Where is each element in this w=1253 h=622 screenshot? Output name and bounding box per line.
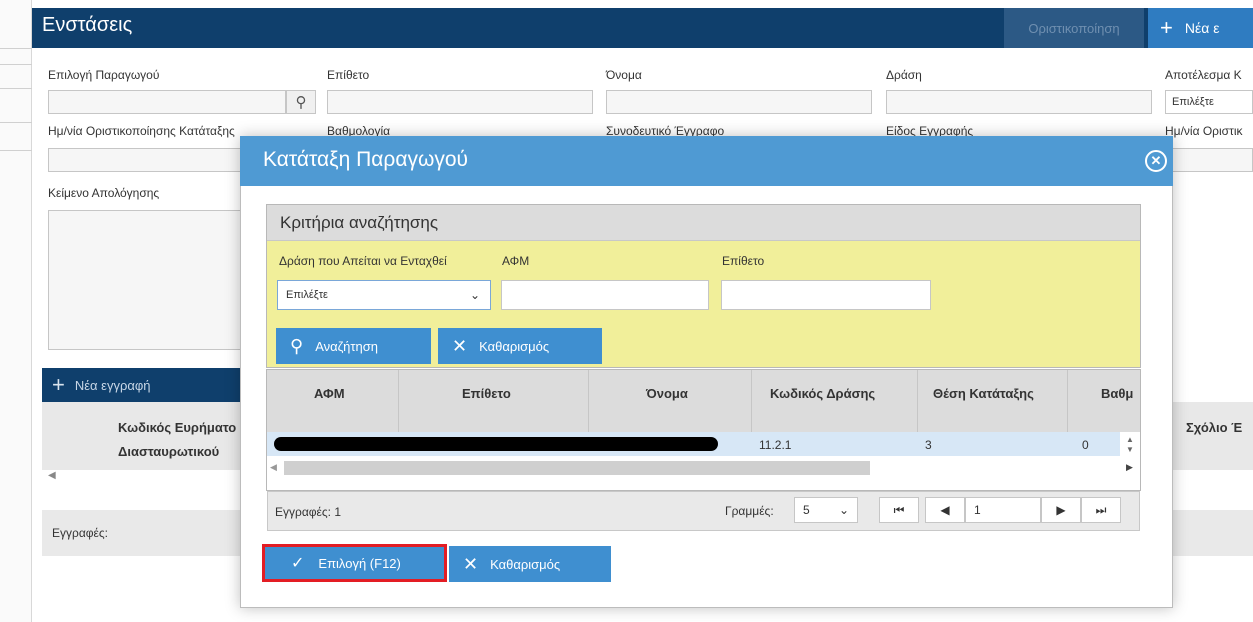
grid-records-count: Εγγραφές: <box>52 526 109 540</box>
rows-per-page-label: Γραμμές: <box>725 504 774 518</box>
close-icon: ✕ <box>463 553 479 574</box>
close-icon[interactable]: ✕ <box>1145 150 1167 172</box>
scroll-left-icon[interactable]: ◀ <box>270 462 277 473</box>
results-records-count: Εγγραφές: 1 <box>275 505 342 519</box>
grid-col-code-line2: Διασταυρωτικού <box>118 444 220 459</box>
search-icon: ⚲ <box>290 335 304 356</box>
scrollbar-thumb[interactable] <box>284 461 870 475</box>
surname-input[interactable] <box>327 90 593 114</box>
clear-button[interactable]: ✕ Καθαρισμός <box>449 546 611 582</box>
scroll-left-icon[interactable]: ◀ <box>48 470 56 481</box>
select-button[interactable]: ✓ Επιλογή (F12) <box>262 544 447 582</box>
row-ranking-position: 3 <box>925 438 932 452</box>
rows-per-page-value: 5 <box>803 503 810 517</box>
plus-icon: + <box>52 372 65 397</box>
grid-new-record-button[interactable]: + Νέα εγγραφή <box>52 368 151 402</box>
finalize-button[interactable]: Οριστικοποίηση <box>1004 8 1144 48</box>
row-action-code: 11.2.1 <box>759 438 792 452</box>
col-surname[interactable]: Επίθετο <box>462 386 511 401</box>
criteria-action-value: Επιλέξτε <box>286 289 328 301</box>
prev-page-icon[interactable]: ◀ <box>925 497 965 523</box>
action-label: Δράση <box>886 68 922 82</box>
criteria-afm-label: ΑΦΜ <box>502 254 530 268</box>
final-date-input[interactable] <box>1165 148 1253 172</box>
redacted-text <box>274 437 718 451</box>
col-score[interactable]: Βαθμ <box>1101 386 1133 401</box>
finalize-date-label: Ημ/νία Οριστικοποίησης Κατάταξης <box>48 124 235 138</box>
grid-col-comment: Σχόλιο Έ <box>1186 420 1243 435</box>
new-record-button[interactable]: + Νέα ε <box>1148 8 1253 48</box>
new-record-label: Νέα ε <box>1184 20 1220 36</box>
criteria-surname-input[interactable] <box>721 280 931 310</box>
close-icon: ✕ <box>452 335 468 356</box>
criteria-action-select[interactable]: Επιλέξτε ⌄ <box>277 280 491 310</box>
select-button-label: Επιλογή (F12) <box>318 555 401 571</box>
justification-label: Κείμενο Απολόγησης <box>48 186 160 200</box>
result-select[interactable]: Επιλέξτε <box>1165 90 1253 114</box>
plus-icon: + <box>1160 15 1173 40</box>
col-afm-divider <box>267 370 399 432</box>
search-icon[interactable]: ⚲ <box>286 90 316 114</box>
col-surname-divider <box>398 370 589 432</box>
rows-per-page-select[interactable]: 5 ⌄ <box>794 497 858 523</box>
col-code-divider <box>751 370 918 432</box>
action-input[interactable] <box>886 90 1152 114</box>
page-title: Ενστάσεις <box>42 14 133 36</box>
criteria-afm-input[interactable] <box>501 280 709 310</box>
col-ranking-position[interactable]: Θέση Κατάταξης <box>933 386 1034 401</box>
criteria-action-label: Δράση που Απείται να Ενταχθεί <box>279 254 447 268</box>
name-input[interactable] <box>606 90 872 114</box>
criteria-surname-label: Επίθετο <box>722 254 765 268</box>
chevron-down-icon: ⌄ <box>838 503 849 517</box>
clear-button-label: Καθαρισμός <box>490 556 561 572</box>
left-strip <box>0 0 32 622</box>
chevron-down-icon: ⌄ <box>469 288 480 302</box>
grid-header-right <box>1160 402 1253 470</box>
producer-label: Επιλογή Παραγωγού <box>48 68 160 82</box>
grid-header-left <box>42 402 242 470</box>
col-afm[interactable]: ΑΦΜ <box>314 386 345 401</box>
result-label: Αποτέλεσμα Κ <box>1165 68 1242 82</box>
check-icon: ✓ <box>291 555 305 572</box>
producer-input[interactable] <box>48 90 286 114</box>
search-criteria-title: Κριτήρια αναζήτησης <box>280 213 439 232</box>
first-page-icon[interactable]: ⏮ <box>879 497 919 523</box>
last-page-icon[interactable]: ⏭ <box>1081 497 1121 523</box>
col-name-divider <box>588 370 752 432</box>
col-name[interactable]: Όνομα <box>646 386 688 401</box>
score-spinner[interactable]: ▲ ▼ <box>1120 432 1140 458</box>
search-button[interactable]: ⚲ Αναζήτηση <box>276 328 431 364</box>
criteria-clear-label: Καθαρισμός <box>479 338 550 354</box>
search-button-label: Αναζήτηση <box>315 338 378 354</box>
final-date-label: Ημ/νία Οριστικ <box>1165 124 1243 138</box>
grid-col-code-line1: Κωδικός Ευρήματο <box>118 420 237 435</box>
dialog-title: Κατάταξη Παραγωγού <box>263 148 469 171</box>
col-position-divider <box>917 370 1068 432</box>
justification-textarea[interactable] <box>48 210 248 350</box>
grid-new-record-label: Νέα εγγραφή <box>74 377 151 393</box>
col-action-code[interactable]: Κωδικός Δράσης <box>770 386 875 401</box>
next-page-icon[interactable]: ▶ <box>1041 497 1081 523</box>
page-number-input[interactable]: 1 <box>965 497 1041 523</box>
scroll-right-icon[interactable]: ▶ <box>1126 462 1133 473</box>
result-select-value: Επιλέξτε <box>1172 96 1214 108</box>
surname-label: Επίθετο <box>327 68 370 82</box>
page-number-value: 1 <box>974 503 981 517</box>
finalize-date-input[interactable] <box>48 148 248 172</box>
criteria-clear-button[interactable]: ✕ Καθαρισμός <box>438 328 602 364</box>
row-score: 0 <box>1082 438 1089 452</box>
name-label: Όνομα <box>606 68 642 82</box>
